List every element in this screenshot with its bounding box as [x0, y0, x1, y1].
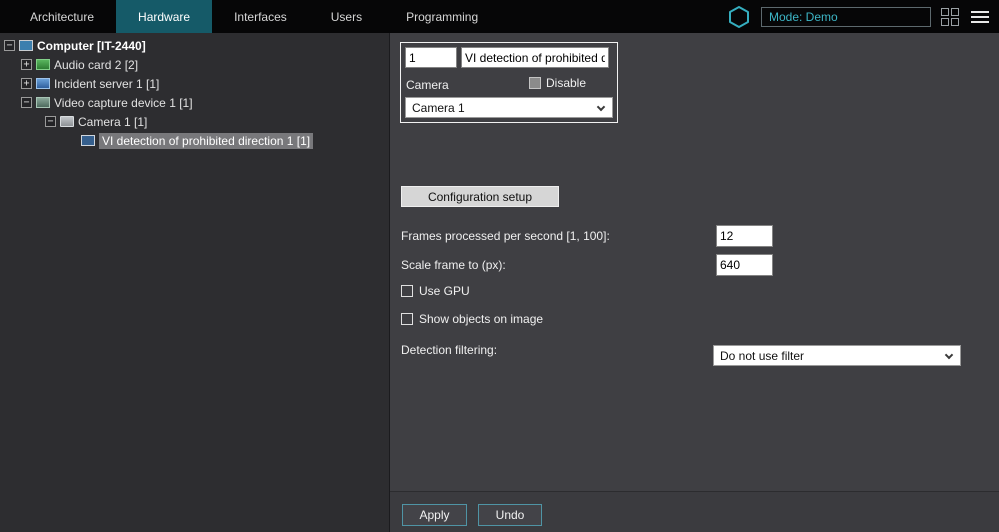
- mode-field-text: Mode: Demo: [769, 9, 838, 24]
- show-objects-row: Show objects on image: [401, 312, 543, 326]
- mode-field[interactable]: Mode: Demo: [761, 6, 931, 27]
- tab-programming[interactable]: Programming: [384, 0, 500, 33]
- tree-item-audio-card[interactable]: + Audio card 2 [2]: [0, 55, 389, 74]
- object-name-input[interactable]: [461, 47, 609, 68]
- topbar-right-cluster: Mode: Demo: [726, 0, 999, 33]
- main-tabs: Architecture Hardware Interfaces Users P…: [8, 0, 500, 33]
- camera-label: Camera: [406, 78, 449, 92]
- camera-dropdown[interactable]: Camera 1: [405, 97, 613, 118]
- layout-grid-icon[interactable]: [940, 7, 960, 27]
- use-gpu-checkbox[interactable]: [401, 285, 413, 297]
- use-gpu-row: Use GPU: [401, 284, 470, 298]
- object-id-input[interactable]: [405, 47, 457, 68]
- tree-item-label: Computer [IT-2440]: [37, 38, 146, 53]
- show-objects-label: Show objects on image: [419, 312, 544, 326]
- identity-group-box: Camera Disable Camera 1: [400, 42, 618, 123]
- chevron-down-icon: [596, 102, 606, 112]
- apply-button[interactable]: Apply: [402, 504, 467, 526]
- audio-card-icon: [36, 59, 50, 70]
- camera-icon: [60, 116, 74, 127]
- tree-item-label: Video capture device 1 [1]: [54, 95, 193, 110]
- tree-item-vi-detection[interactable]: VI detection of prohibited direction 1 […: [0, 131, 389, 150]
- scale-frame-input[interactable]: [716, 254, 773, 276]
- chevron-down-icon: [944, 350, 954, 360]
- undo-button[interactable]: Undo: [478, 504, 542, 526]
- hexagon-logo-icon: [726, 4, 752, 30]
- fps-label: Frames processed per second [1, 100]:: [401, 229, 610, 243]
- detection-icon: [81, 135, 95, 146]
- use-gpu-label: Use GPU: [419, 284, 470, 298]
- tree-item-computer[interactable]: − Computer [IT-2440]: [0, 36, 389, 55]
- disable-checkbox[interactable]: [529, 77, 541, 89]
- configuration-setup-button[interactable]: Configuration setup: [401, 186, 559, 207]
- detection-filtering-value: Do not use filter: [720, 348, 805, 363]
- collapse-expander-icon[interactable]: −: [45, 116, 56, 127]
- disable-checkbox-row: Disable: [529, 76, 586, 90]
- tree-item-label: Audio card 2 [2]: [54, 57, 139, 72]
- tree-item-label-selected: VI detection of prohibited direction 1 […: [99, 132, 314, 149]
- settings-panel: Camera Disable Camera 1 Configuration se…: [390, 33, 999, 532]
- scale-frame-label: Scale frame to (px):: [401, 258, 506, 272]
- hardware-tree-panel: − Computer [IT-2440] + Audio card 2 [2] …: [0, 33, 390, 532]
- computer-icon: [19, 40, 33, 51]
- top-menu-bar: Architecture Hardware Interfaces Users P…: [0, 0, 999, 33]
- tab-architecture[interactable]: Architecture: [8, 0, 116, 33]
- collapse-expander-icon[interactable]: −: [4, 40, 15, 51]
- hamburger-menu-icon[interactable]: [969, 9, 991, 25]
- tab-users[interactable]: Users: [309, 0, 384, 33]
- expand-expander-icon[interactable]: +: [21, 78, 32, 89]
- footer-bar: Apply Undo: [390, 491, 999, 532]
- tree-item-video-capture-device[interactable]: − Video capture device 1 [1]: [0, 93, 389, 112]
- content-area: − Computer [IT-2440] + Audio card 2 [2] …: [0, 33, 999, 532]
- tree-item-camera[interactable]: − Camera 1 [1]: [0, 112, 389, 131]
- tree-item-label: Camera 1 [1]: [78, 114, 148, 129]
- fps-input[interactable]: [716, 225, 773, 247]
- tab-hardware[interactable]: Hardware: [116, 0, 213, 33]
- camera-dropdown-value: Camera 1: [412, 100, 465, 115]
- show-objects-checkbox[interactable]: [401, 313, 413, 325]
- tab-interfaces[interactable]: Interfaces: [212, 0, 309, 33]
- collapse-expander-icon[interactable]: −: [21, 97, 32, 108]
- expand-expander-icon[interactable]: +: [21, 59, 32, 70]
- video-capture-icon: [36, 97, 50, 108]
- disable-label: Disable: [546, 76, 587, 90]
- tree-item-incident-server[interactable]: + Incident server 1 [1]: [0, 74, 389, 93]
- detection-filtering-label: Detection filtering:: [401, 343, 498, 357]
- detection-filtering-dropdown[interactable]: Do not use filter: [713, 345, 961, 366]
- tree-item-label: Incident server 1 [1]: [54, 76, 160, 91]
- incident-server-icon: [36, 78, 50, 89]
